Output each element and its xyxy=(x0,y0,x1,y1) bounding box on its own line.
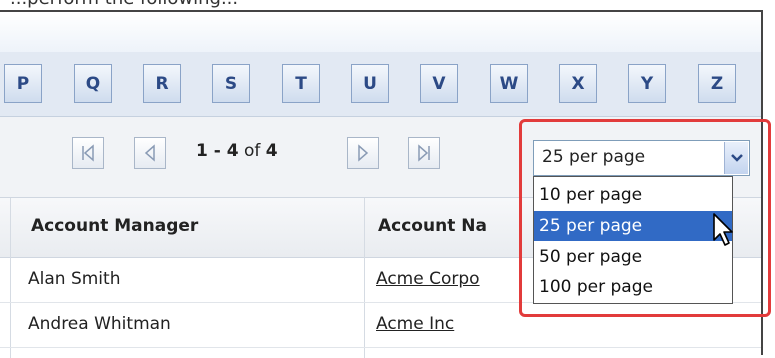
previous-page-button[interactable] xyxy=(134,137,166,169)
page-size-dropdown-button[interactable] xyxy=(724,142,748,174)
previous-page-icon xyxy=(144,144,155,162)
page-size-option-100[interactable]: 100 per page xyxy=(534,272,732,302)
last-page-icon xyxy=(418,144,430,162)
letter-filter-q[interactable]: Q xyxy=(74,64,112,103)
page-size-selected-value: 25 per page xyxy=(542,147,646,167)
page-size-option-50[interactable]: 50 per page xyxy=(534,242,732,272)
page-size-select[interactable]: 25 per page xyxy=(533,140,750,176)
letter-filter-p[interactable]: P xyxy=(4,64,42,103)
next-page-icon xyxy=(358,144,369,162)
next-page-button[interactable] xyxy=(347,137,379,169)
of-label: of xyxy=(243,141,261,161)
account-manager-cell: Alan Smith xyxy=(28,269,121,289)
page-size-options-list: 10 per page 25 per page 50 per page 100 … xyxy=(533,176,733,304)
letter-filter-r[interactable]: R xyxy=(143,64,181,103)
letter-filter-x[interactable]: X xyxy=(559,64,597,103)
letter-filter-u[interactable]: U xyxy=(351,64,389,103)
first-page-button[interactable] xyxy=(72,137,104,169)
last-page-button[interactable] xyxy=(408,137,440,169)
top-caption: ...perform the following... xyxy=(10,0,238,9)
account-name-link[interactable]: Acme Corpo xyxy=(376,269,480,289)
total-count: 4 xyxy=(265,141,278,161)
page-size-option-10[interactable]: 10 per page xyxy=(534,180,732,210)
account-manager-cell: Andrea Whitman xyxy=(28,314,171,334)
mouse-pointer-icon xyxy=(713,213,733,246)
column-header-account-name[interactable]: Account Na xyxy=(378,216,487,236)
letter-filter-y[interactable]: Y xyxy=(628,64,666,103)
page-range: 1 - 4 xyxy=(196,141,239,161)
account-name-link[interactable]: Acme Inc xyxy=(376,314,454,334)
chevron-down-icon xyxy=(730,154,743,162)
letter-filter-v[interactable]: V xyxy=(420,64,458,103)
table-row: Andrea Whitman Acme Inc xyxy=(0,303,761,348)
page-range-info: 1 - 4 of 4 xyxy=(196,141,278,165)
alphabet-filter-bar: P Q R S T U V W X Y Z xyxy=(0,52,761,117)
grid-top-strip xyxy=(0,12,761,53)
letter-filter-t[interactable]: T xyxy=(282,64,320,103)
letter-filter-s[interactable]: S xyxy=(212,64,250,103)
page-size-option-25[interactable]: 25 per page xyxy=(534,211,732,241)
column-header-account-manager[interactable]: Account Manager xyxy=(31,216,198,236)
letter-filter-w[interactable]: W xyxy=(490,64,528,103)
letter-filter-z[interactable]: Z xyxy=(698,64,736,103)
first-page-icon xyxy=(82,144,94,162)
